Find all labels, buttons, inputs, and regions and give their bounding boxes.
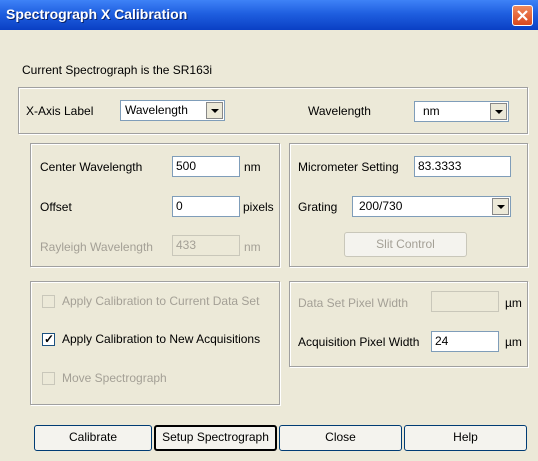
micrometer-setting-input[interactable]: 83.3333 [414, 156, 511, 177]
x-axis-label: X-Axis Label [26, 104, 94, 118]
x-axis-select-value: Wavelength [125, 103, 188, 117]
window-title: Spectrograph X Calibration [6, 6, 188, 22]
x-axis-select[interactable]: Wavelength [120, 100, 225, 121]
setup-spectrograph-button[interactable]: Setup Spectrograph [154, 425, 277, 451]
chevron-down-icon[interactable] [492, 198, 509, 215]
wavelength-units-label: Wavelength [308, 104, 371, 118]
calibrate-button[interactable]: Calibrate [34, 425, 152, 451]
apply-current-label: Apply Calibration to Current Data Set [62, 294, 260, 308]
offset-input[interactable]: 0 [172, 196, 240, 217]
help-button[interactable]: Help [404, 425, 527, 451]
apply-current-checkbox[interactable] [42, 295, 55, 308]
offset-label: Offset [40, 200, 72, 214]
title-bar: Spectrograph X Calibration [0, 0, 538, 30]
rayleigh-wavelength-input: 433 [172, 235, 240, 256]
data-set-pixel-width-unit: µm [505, 296, 522, 310]
close-window-button[interactable] [512, 5, 533, 26]
wavelength-units-value: nm [423, 104, 440, 118]
check-icon: ✓ [44, 332, 55, 346]
wavelength-units-select[interactable]: nm [414, 101, 509, 122]
close-button[interactable]: Close [279, 425, 402, 451]
chevron-down-icon[interactable] [206, 102, 223, 119]
slit-control-button[interactable]: Slit Control [344, 232, 467, 257]
current-spectrograph-text: Current Spectrograph is the SR163i [22, 63, 213, 77]
rayleigh-wavelength-unit: nm [244, 240, 261, 254]
center-wavelength-label: Center Wavelength [40, 160, 143, 174]
data-set-pixel-width-label: Data Set Pixel Width [298, 296, 409, 310]
acquisition-pixel-width-label: Acquisition Pixel Width [298, 335, 420, 349]
acquisition-pixel-width-input[interactable]: 24 [431, 331, 499, 352]
center-wavelength-input[interactable]: 500 [172, 156, 240, 177]
apply-new-checkbox[interactable]: ✓ [42, 332, 55, 346]
close-icon [517, 10, 528, 21]
grating-select[interactable]: 200/730 [352, 196, 511, 217]
chevron-down-icon[interactable] [490, 103, 507, 120]
apply-new-label: Apply Calibration to New Acquisitions [62, 332, 261, 346]
center-wavelength-unit: nm [244, 160, 261, 174]
move-spectrograph-checkbox[interactable] [42, 372, 55, 385]
micrometer-setting-label: Micrometer Setting [298, 160, 399, 174]
calibration-dialog: Spectrograph X Calibration Current Spect… [0, 0, 538, 461]
grating-label: Grating [298, 200, 338, 214]
rayleigh-wavelength-label: Rayleigh Wavelength [40, 240, 153, 254]
grating-select-value: 200/730 [359, 199, 403, 213]
offset-unit: pixels [243, 200, 274, 214]
acquisition-pixel-width-unit: µm [505, 335, 522, 349]
move-spectrograph-label: Move Spectrograph [62, 371, 167, 385]
data-set-pixel-width-input [431, 291, 499, 312]
